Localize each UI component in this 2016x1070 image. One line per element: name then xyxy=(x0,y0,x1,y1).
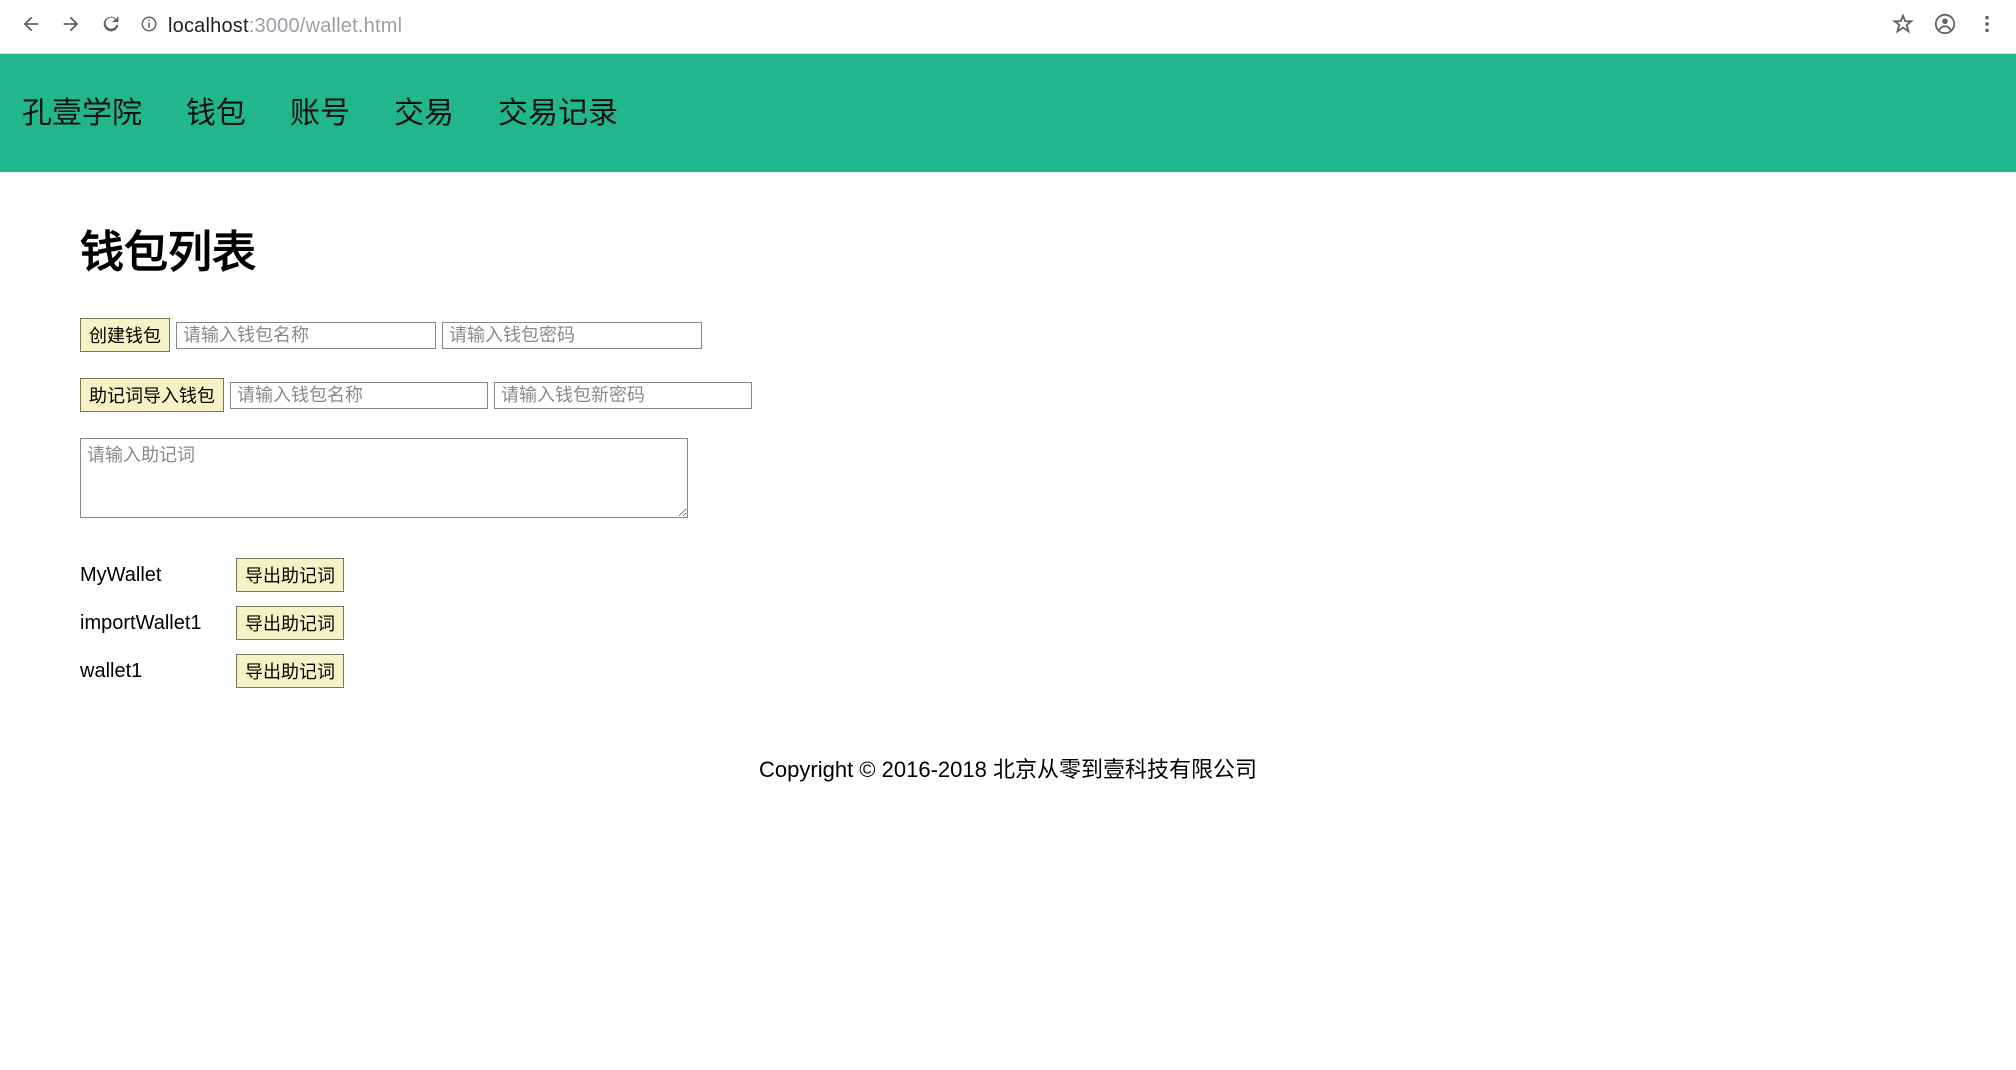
kebab-menu-icon[interactable] xyxy=(1976,13,1998,40)
address-bar[interactable]: localhost:3000/wallet.html xyxy=(136,15,1878,38)
site-info-icon[interactable] xyxy=(140,15,158,38)
wallet-name: wallet1 xyxy=(80,660,230,683)
forward-icon[interactable] xyxy=(60,13,82,40)
browser-nav-icons xyxy=(10,13,122,40)
nav-item-wallet[interactable]: 钱包 xyxy=(186,88,246,132)
create-wallet-name-input[interactable] xyxy=(176,322,436,349)
url-text: localhost:3000/wallet.html xyxy=(168,15,402,38)
profile-icon[interactable] xyxy=(1934,13,1956,40)
import-wallet-name-input[interactable] xyxy=(230,382,488,409)
import-wallet-row: 助记词导入钱包 xyxy=(80,378,1936,412)
export-mnemonic-button[interactable]: 导出助记词 xyxy=(236,654,344,688)
brand-label[interactable]: 孔壹学院 xyxy=(22,88,142,132)
export-mnemonic-button[interactable]: 导出助记词 xyxy=(236,558,344,592)
browser-right-icons xyxy=(1892,13,2006,40)
create-wallet-row: 创建钱包 xyxy=(80,318,1936,352)
back-icon[interactable] xyxy=(20,13,42,40)
import-wallet-password-input[interactable] xyxy=(494,382,752,409)
create-wallet-button[interactable]: 创建钱包 xyxy=(80,318,170,352)
mnemonic-textarea[interactable] xyxy=(80,438,688,518)
nav-item-trade-history[interactable]: 交易记录 xyxy=(498,88,618,132)
main-content: 钱包列表 创建钱包 助记词导入钱包 MyWallet 导出助记词 importW… xyxy=(0,172,2016,718)
import-wallet-button[interactable]: 助记词导入钱包 xyxy=(80,378,224,412)
reload-icon[interactable] xyxy=(100,13,122,40)
export-mnemonic-button[interactable]: 导出助记词 xyxy=(236,606,344,640)
app-header: 孔壹学院 钱包 账号 交易 交易记录 xyxy=(0,54,2016,172)
nav-item-account[interactable]: 账号 xyxy=(290,88,350,132)
footer-copyright: Copyright © 2016-2018 北京从零到壹科技有限公司 xyxy=(0,718,2016,814)
wallet-name: importWallet1 xyxy=(80,612,230,635)
wallet-name: MyWallet xyxy=(80,564,230,587)
page-title: 钱包列表 xyxy=(80,216,1936,280)
nav-item-trade[interactable]: 交易 xyxy=(394,88,454,132)
create-wallet-password-input[interactable] xyxy=(442,322,702,349)
wallet-list: MyWallet 导出助记词 importWallet1 导出助记词 walle… xyxy=(80,558,344,688)
bookmark-star-icon[interactable] xyxy=(1892,13,1914,40)
browser-toolbar: localhost:3000/wallet.html xyxy=(0,0,2016,54)
